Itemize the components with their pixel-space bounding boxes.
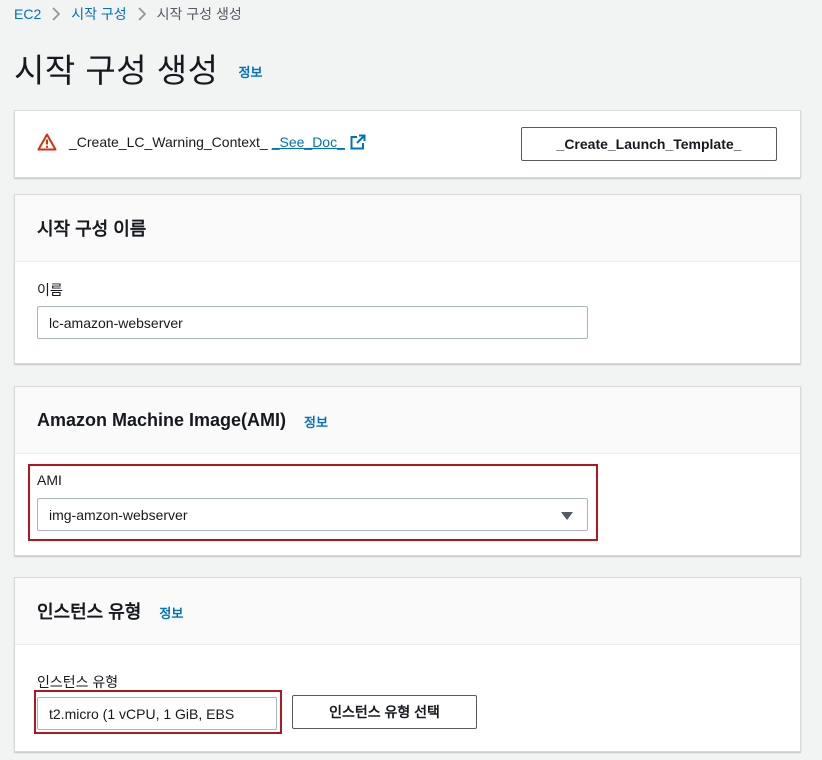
ami-section-title: Amazon Machine Image(AMI) [37, 409, 287, 430]
breadcrumb-current: 시작 구성 생성 [156, 6, 242, 22]
instance-section-title: 인스턴스 유형 [37, 602, 142, 622]
ami-highlight-box [28, 464, 598, 541]
page-title: 시작 구성 생성 [14, 52, 219, 89]
name-input[interactable] [37, 306, 588, 339]
warning-text: _Create_LC_Warning_Context_ [69, 134, 268, 150]
chevron-right-icon [41, 7, 71, 21]
instance-info-link[interactable]: 정보 [159, 603, 183, 622]
breadcrumb-ec2-link[interactable]: EC2 [14, 6, 41, 22]
ami-panel: Amazon Machine Image(AMI) 정보 AMI img-amz… [14, 386, 801, 556]
see-doc-label: _See_Doc_ [271, 134, 345, 150]
instance-section-header: 인스턴스 유형 정보 [15, 578, 800, 645]
choose-instance-type-button[interactable]: 인스턴스 유형 선택 [292, 695, 477, 729]
warning-message: _Create_LC_Warning_Context_ _See_Doc_ [37, 133, 366, 151]
launch-config-name-panel: 시작 구성 이름 이름 [14, 194, 801, 364]
ami-info-link[interactable]: 정보 [304, 412, 328, 431]
create-launch-template-label: _Create_Launch_Template_ [556, 136, 742, 152]
name-section-title: 시작 구성 이름 [37, 219, 147, 239]
warning-icon [37, 133, 57, 151]
instance-field-label: 인스턴스 유형 [37, 674, 119, 690]
name-section-header: 시작 구성 이름 [15, 195, 800, 262]
see-doc-link[interactable]: _See_Doc_ [272, 134, 366, 150]
instance-type-highlight-box [34, 690, 282, 734]
external-link-icon [350, 134, 366, 150]
create-launch-template-button[interactable]: _Create_Launch_Template_ [521, 127, 777, 161]
chevron-right-icon [127, 7, 157, 21]
breadcrumb: EC2 시작 구성 시작 구성 생성 [14, 3, 242, 25]
instance-type-panel: 인스턴스 유형 정보 인스턴스 유형 인스턴스 유형 선택 [14, 577, 801, 752]
breadcrumb-launch-config-link[interactable]: 시작 구성 [71, 4, 126, 24]
choose-instance-type-label: 인스턴스 유형 선택 [329, 704, 440, 720]
name-field-label: 이름 [37, 282, 63, 298]
page-header: 시작 구성 생성 정보 [14, 46, 262, 90]
ami-section-header: Amazon Machine Image(AMI) 정보 [15, 387, 800, 454]
page-info-link[interactable]: 정보 [239, 62, 263, 81]
warning-panel: _Create_LC_Warning_Context_ _See_Doc_ _C… [14, 110, 801, 178]
